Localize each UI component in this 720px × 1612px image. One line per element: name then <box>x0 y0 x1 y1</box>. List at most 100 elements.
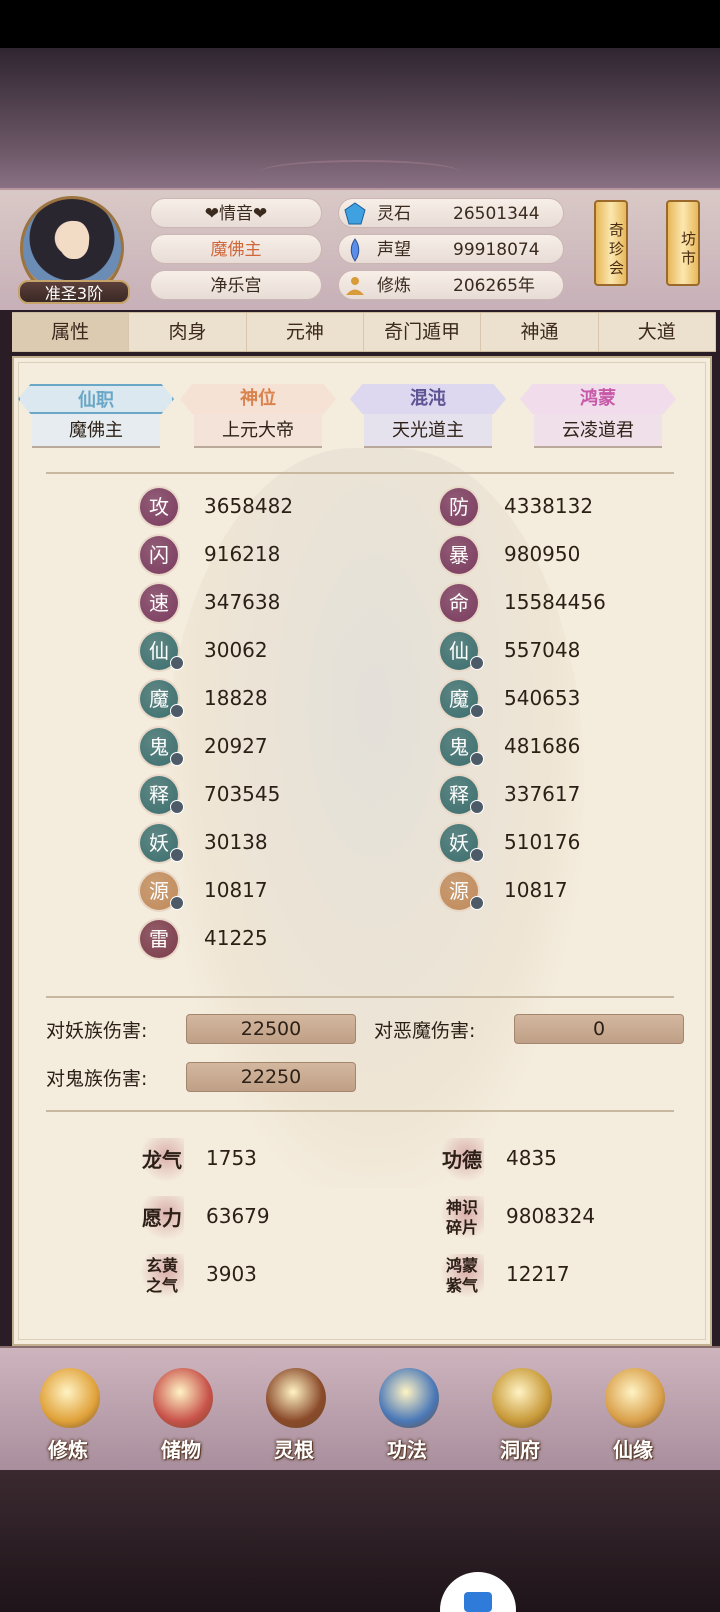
nav-item[interactable]: 灵根 <box>246 1368 342 1468</box>
damage-value-ghost-race: 22250 <box>186 1062 356 1092</box>
nav-item[interactable]: 修炼 <box>20 1368 116 1468</box>
defense-mark-icon <box>470 800 484 814</box>
attack-mark-icon <box>170 800 184 814</box>
nav-label: 功法 <box>387 1438 427 1462</box>
nav-label: 仙缘 <box>613 1438 653 1462</box>
root-icon <box>266 1368 326 1428</box>
stat-value: 18828 <box>204 686 268 710</box>
stat-icon[interactable]: 命 <box>440 584 478 622</box>
stat-value: 347638 <box>204 590 281 614</box>
attack-mark-icon <box>170 704 184 718</box>
palace-icon <box>492 1368 552 1428</box>
title-card-divine[interactable]: 神位 上元大帝 <box>180 384 336 450</box>
resource-cultivation: 修炼 206265年 <box>338 270 564 300</box>
title-card-chaos[interactable]: 混沌 天光道主 <box>350 384 506 450</box>
tab-qimen[interactable]: 奇门遁甲 <box>364 313 482 351</box>
divider <box>46 1110 674 1112</box>
treasure-fair-button[interactable]: 奇珍会 <box>594 200 628 286</box>
stat-row: 命 15584456 <box>440 584 690 624</box>
player-name: ❤情音❤ <box>150 198 322 228</box>
nav-item[interactable]: 功法 <box>359 1368 455 1468</box>
defense-mark-icon <box>470 704 484 718</box>
defense-mark-icon <box>470 656 484 670</box>
defense-mark-icon <box>470 896 484 910</box>
damage-label-evil-demon: 对恶魔伤害: <box>374 1020 476 1042</box>
tab-body[interactable]: 肉身 <box>129 313 247 351</box>
stat-row: 雷 41225 <box>140 920 390 960</box>
stat-icon[interactable]: 攻 <box>140 488 178 526</box>
stat-icon[interactable]: 防 <box>440 488 478 526</box>
stat-value: 41225 <box>204 926 268 950</box>
bag-icon <box>153 1368 213 1428</box>
stat-row: 防 4338132 <box>440 488 690 528</box>
attack-mark-icon <box>170 848 184 862</box>
stat-value: 337617 <box>504 782 581 806</box>
resource-reputation: 声望 99918074 <box>338 234 564 264</box>
damage-label-ghost-race: 对鬼族伤害: <box>46 1068 148 1090</box>
attack-mark-icon <box>170 896 184 910</box>
tab-attributes[interactable]: 属性 <box>12 313 130 351</box>
reputation-icon <box>350 238 360 262</box>
title-card-immortal[interactable]: 仙职 魔佛主 <box>18 384 174 450</box>
stat-row: 妖 510176 <box>440 824 690 864</box>
spirit-stone-icon <box>344 202 366 225</box>
stat-value: 916218 <box>204 542 281 566</box>
stat-value: 510176 <box>504 830 581 854</box>
defense-mark-icon <box>470 752 484 766</box>
nav-item[interactable]: 洞府 <box>472 1368 568 1468</box>
app-icon <box>464 1592 492 1612</box>
divider <box>46 472 674 474</box>
stat-value: 3658482 <box>204 494 294 518</box>
defense-mark-icon <box>470 848 484 862</box>
player-title: 魔佛主 <box>150 234 322 264</box>
attack-mark-icon <box>170 656 184 670</box>
stat-value: 4338132 <box>504 494 594 518</box>
stat-icon[interactable]: 暴 <box>440 536 478 574</box>
stat-icon[interactable]: 闪 <box>140 536 178 574</box>
stat-value: 10817 <box>504 878 568 902</box>
nav-label: 储物 <box>161 1438 201 1462</box>
dragon-qi-icon: 龙气 <box>140 1138 184 1182</box>
nav-item[interactable]: 储物 <box>133 1368 229 1468</box>
stat-row: 魔 540653 <box>440 680 690 720</box>
tab-spirit[interactable]: 元神 <box>247 313 364 351</box>
nav-label: 灵根 <box>274 1438 314 1462</box>
stat-value: 15584456 <box>504 590 606 614</box>
stat-value: 20927 <box>204 734 268 758</box>
stat-row: 魔 18828 <box>140 680 390 720</box>
tab-bar: 属性 肉身 元神 奇门遁甲 神通 大道 <box>12 312 716 352</box>
stat-row: 源 10817 <box>140 872 390 912</box>
stat-icon[interactable]: 速 <box>140 584 178 622</box>
stat-value: 540653 <box>504 686 581 710</box>
market-button[interactable]: 坊市 <box>666 200 700 286</box>
nav-label: 修炼 <box>48 1438 88 1462</box>
nav-label: 洞府 <box>500 1438 540 1462</box>
character-header: 准圣3阶 ❤情音❤ 魔佛主 净乐宫 灵石 26501344 声望 9991807… <box>0 188 720 310</box>
cultivation-icon <box>346 277 364 295</box>
soul-fragment-icon: 神识碎片 <box>440 1196 484 1240</box>
stat-row: 鬼 481686 <box>440 728 690 768</box>
hongmeng-purple-qi-icon: 鸿蒙紫气 <box>440 1254 484 1298</box>
stat-value: 980950 <box>504 542 581 566</box>
stat-row: 仙 30062 <box>140 632 390 672</box>
tab-divine-power[interactable]: 神通 <box>481 313 599 351</box>
cloud-ornament <box>260 160 460 184</box>
rank-badge: 准圣3阶 <box>18 280 130 304</box>
stat-row: 速 347638 <box>140 584 390 624</box>
stat-row: 闪 916218 <box>140 536 390 576</box>
gourd-icon <box>605 1368 665 1428</box>
bottom-background <box>0 1470 720 1612</box>
title-card-hongmeng[interactable]: 鸿蒙 云凌道君 <box>520 384 676 450</box>
nav-item[interactable]: 仙缘 <box>585 1368 681 1468</box>
tab-dao[interactable]: 大道 <box>599 313 716 351</box>
resource-spirit-stone: 灵石 26501344 <box>338 198 564 228</box>
stat-value: 10817 <box>204 878 268 902</box>
divider <box>46 996 674 998</box>
stat-value: 557048 <box>504 638 581 662</box>
stat-value: 30062 <box>204 638 268 662</box>
player-sect: 净乐宫 <box>150 270 322 300</box>
stat-row: 释 337617 <box>440 776 690 816</box>
attack-mark-icon <box>170 752 184 766</box>
stat-row: 释 703545 <box>140 776 390 816</box>
stat-icon[interactable]: 雷 <box>140 920 178 958</box>
